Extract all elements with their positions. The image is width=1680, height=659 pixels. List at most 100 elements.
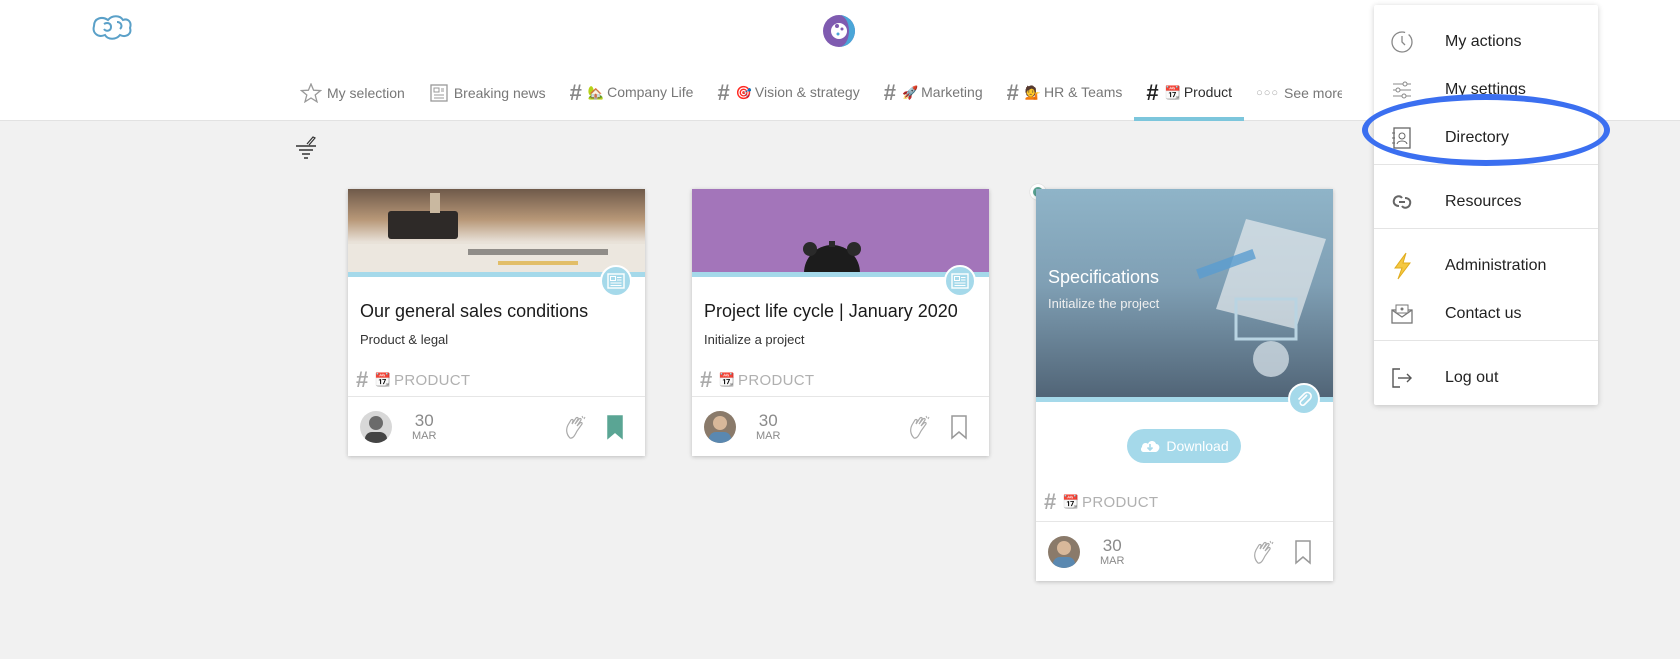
tab-label: Breaking news	[453, 84, 546, 101]
tag-label: PRODUCT	[738, 371, 815, 389]
clap-icon[interactable]	[1251, 539, 1277, 565]
clock-icon	[1390, 30, 1414, 54]
newspaper-icon	[429, 83, 449, 103]
tab-vision-strategy[interactable]: # 🎯 Vision & strategy	[705, 78, 871, 121]
card-image	[692, 189, 989, 277]
download-button[interactable]: Download	[1127, 429, 1241, 463]
card-tag[interactable]: # 📆 PRODUCT	[348, 367, 645, 393]
menu-divider	[1374, 228, 1598, 229]
news-type-badge	[600, 265, 632, 297]
tag-label: PRODUCT	[1082, 493, 1159, 511]
cloud-download-icon	[1141, 441, 1160, 452]
card-tag[interactable]: # 📆 PRODUCT	[692, 367, 989, 393]
menu-item-my-settings[interactable]: My settings	[1374, 71, 1598, 109]
article-card[interactable]: Our general sales conditions Product & l…	[348, 189, 645, 456]
contact-book-icon	[1390, 126, 1414, 150]
attachment-badge	[1288, 383, 1320, 415]
card-date: 30 MAR	[1100, 537, 1124, 567]
card-footer: 30 MAR	[692, 396, 989, 456]
avatar[interactable]	[360, 410, 392, 443]
menu-item-label: My settings	[1445, 81, 1526, 98]
menu-divider	[1374, 340, 1598, 341]
tab-see-more[interactable]: ○○○ See more	[1244, 78, 1342, 121]
menu-item-directory[interactable]: Directory	[1374, 119, 1598, 157]
tab-company-life[interactable]: # 🏡 Company Life	[558, 78, 706, 121]
card-date: 30 MAR	[756, 412, 780, 442]
user-dropdown-menu: My actions My settings Directory Resourc…	[1374, 5, 1598, 405]
date-month: MAR	[756, 429, 781, 442]
document-card[interactable]: Specifications Initialize the project Do…	[1036, 189, 1333, 581]
envelope-icon	[1390, 302, 1414, 326]
alarm-clock-photo	[692, 189, 989, 277]
clap-icon[interactable]	[563, 414, 589, 440]
menu-item-log-out[interactable]: Log out	[1374, 359, 1598, 397]
hashtag-icon: #	[717, 79, 730, 105]
menu-item-label: Administration	[1445, 257, 1547, 274]
article-card[interactable]: Project life cycle | January 2020 Initia…	[692, 189, 989, 456]
rocket-emoji-icon: 🚀	[901, 85, 919, 100]
sliders-icon	[1390, 78, 1414, 102]
logout-icon	[1390, 366, 1414, 390]
newspaper-icon	[951, 273, 969, 289]
calendar-emoji-icon: 📆	[374, 372, 392, 387]
hashtag-icon: #	[356, 367, 369, 392]
card-footer: 30 MAR	[1036, 521, 1333, 581]
calendar-emoji-icon: 📆	[1164, 85, 1181, 100]
card-title[interactable]: Our general sales conditions	[348, 301, 645, 322]
filter-icon[interactable]	[294, 134, 318, 160]
date-month: MAR	[1100, 554, 1125, 567]
more-dots-icon: ○○○	[1256, 86, 1279, 99]
date-month: MAR	[412, 429, 437, 442]
avatar[interactable]	[1048, 535, 1080, 568]
bookmark-icon[interactable]	[1293, 539, 1313, 565]
lightning-icon	[1390, 252, 1414, 280]
hashtag-icon: #	[1006, 79, 1019, 105]
menu-item-label: My actions	[1445, 33, 1522, 50]
bookmark-icon[interactable]	[949, 414, 969, 440]
menu-item-label: Directory	[1445, 129, 1510, 146]
date-day: 30	[414, 410, 434, 430]
tab-hr-teams[interactable]: # 💁 HR & Teams	[995, 78, 1135, 121]
menu-item-contact-us[interactable]: Contact us	[1374, 295, 1598, 333]
hashtag-icon: #	[1146, 79, 1159, 105]
card-title[interactable]: Project life cycle | January 2020	[692, 301, 989, 322]
card-subtitle: Initialize a project	[704, 332, 805, 347]
menu-item-administration[interactable]: Administration	[1374, 247, 1598, 285]
hashtag-icon: #	[569, 79, 582, 105]
tab-label: Product	[1183, 84, 1233, 100]
target-emoji-icon: 🎯	[735, 85, 752, 100]
tab-my-selection[interactable]: My selection	[288, 78, 417, 121]
card-image	[348, 189, 645, 277]
menu-item-label: Contact us	[1445, 305, 1522, 322]
tag-label: PRODUCT	[394, 371, 471, 389]
newspaper-icon	[607, 273, 625, 289]
tab-label: Company Life	[607, 84, 694, 100]
card-date: 30 MAR	[412, 412, 436, 442]
star-icon	[300, 82, 322, 103]
brand-logo-icon[interactable]	[90, 12, 134, 40]
hashtag-icon: #	[700, 367, 713, 392]
card-subtitle: Product & legal	[360, 332, 449, 347]
tab-label: Marketing	[921, 84, 983, 100]
tab-marketing[interactable]: # 🚀 Marketing	[872, 78, 995, 121]
hashtag-icon: #	[1044, 489, 1057, 514]
clap-icon[interactable]	[907, 414, 933, 440]
menu-item-my-actions[interactable]: My actions	[1374, 23, 1598, 61]
card-title[interactable]: Specifications	[1048, 267, 1159, 288]
card-footer: 30 MAR	[348, 396, 645, 456]
bookmark-icon[interactable]	[605, 414, 625, 440]
menu-item-resources[interactable]: Resources	[1374, 183, 1598, 221]
hashtag-icon: #	[883, 79, 896, 105]
card-image: Specifications Initialize the project	[1036, 189, 1333, 402]
avatar[interactable]	[704, 410, 736, 443]
card-tag[interactable]: # 📆 PRODUCT	[1036, 489, 1166, 515]
tab-label: See more	[1284, 84, 1343, 101]
tab-breaking-news[interactable]: Breaking news	[417, 78, 558, 121]
calendar-emoji-icon: 📆	[1062, 494, 1080, 509]
date-day: 30	[758, 410, 778, 430]
calendar-emoji-icon: 📆	[718, 372, 736, 387]
company-logo-icon[interactable]	[822, 14, 856, 48]
tab-product[interactable]: # 📆 Product	[1134, 78, 1244, 121]
news-type-badge	[944, 265, 976, 297]
menu-divider	[1374, 164, 1598, 165]
